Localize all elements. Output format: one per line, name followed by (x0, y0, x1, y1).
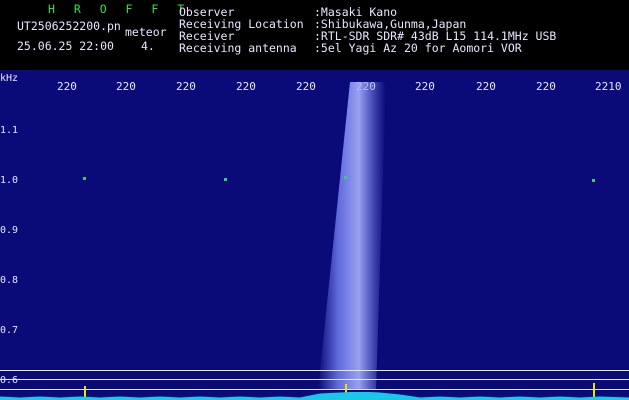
signal-dot (344, 176, 347, 179)
grid-line (0, 370, 629, 371)
antenna-value: :5el Yagi Az 20 for Aomori VOR (314, 41, 522, 55)
signal-dot (83, 177, 86, 180)
grid-line (0, 379, 629, 380)
meteor-echo (318, 82, 386, 390)
filename-label: UT2506252200.pn (17, 19, 121, 33)
meteor-label: meteor (125, 25, 167, 39)
signal-dot (592, 179, 595, 182)
noise-trace (0, 392, 629, 400)
timestamp-label: 25.06.25 22:00 (17, 39, 114, 53)
header-panel: H R O F F T UT2506252200.pn meteor 25.06… (0, 0, 629, 70)
hrofft-logo: H R O F F T (48, 2, 191, 16)
signal-dot (224, 178, 227, 181)
antenna-label: Receiving antenna (179, 41, 297, 55)
spectrogram-plot: kHz 220 220 220 220 220 220 220 220 220 … (0, 70, 629, 400)
count-label: 4. (141, 39, 155, 53)
grid-line (0, 389, 629, 390)
